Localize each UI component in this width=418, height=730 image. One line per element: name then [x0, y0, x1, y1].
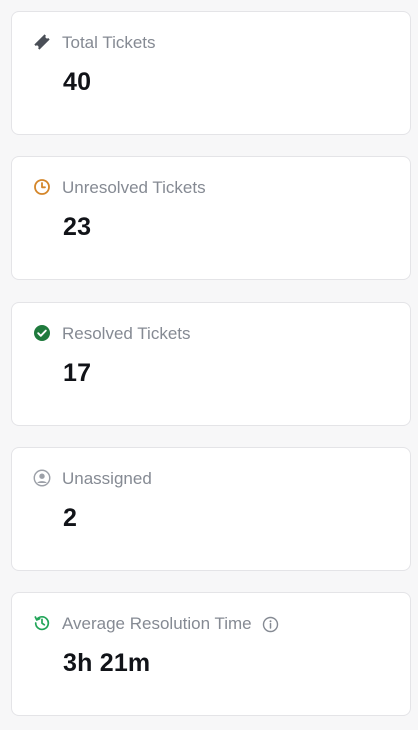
stat-card-unresolved-tickets[interactable]: Unresolved Tickets 23	[11, 156, 411, 280]
stat-card-unassigned[interactable]: Unassigned 2	[11, 447, 411, 571]
stat-value: 17	[63, 359, 92, 387]
stat-label: Total Tickets	[62, 33, 156, 52]
history-icon	[33, 614, 51, 632]
ticket-icon	[33, 33, 51, 51]
stat-card-resolved-tickets[interactable]: Resolved Tickets 17	[11, 302, 411, 426]
stat-label: Average Resolution Time	[62, 614, 252, 633]
stat-label: Unassigned	[62, 469, 152, 488]
check-circle-icon	[33, 324, 51, 342]
stat-value: 40	[63, 68, 92, 96]
stat-value: 2	[63, 504, 78, 532]
clock-icon	[33, 178, 51, 196]
user-circle-icon	[33, 469, 51, 487]
info-icon[interactable]	[262, 615, 280, 633]
stat-card-average-resolution-time[interactable]: Average Resolution Time 3h 21m	[11, 592, 411, 716]
stat-card-total-tickets[interactable]: Total Tickets 40	[11, 11, 411, 135]
stat-label: Resolved Tickets	[62, 324, 191, 343]
stat-value: 3h 21m	[63, 649, 151, 677]
stat-value: 23	[63, 213, 92, 241]
stats-card-stack: Total Tickets 40 Unresolved Tickets 23 R…	[0, 0, 418, 730]
stat-label: Unresolved Tickets	[62, 178, 206, 197]
